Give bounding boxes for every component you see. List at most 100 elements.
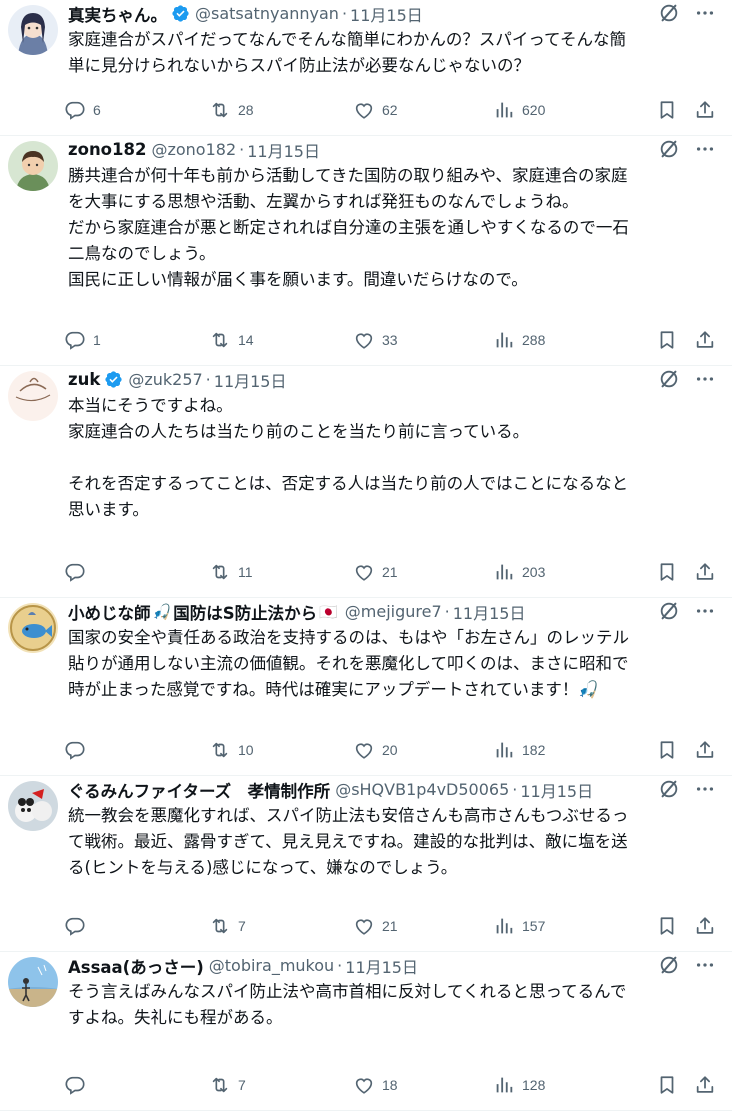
tweet-timestamp[interactable]: 11月15日 [345, 954, 418, 978]
tweet-actions: 7 18 128 [64, 1059, 716, 1111]
tweet-timestamp[interactable]: 11月15日 [520, 778, 593, 802]
avatar[interactable] [8, 603, 58, 653]
repost-button[interactable]: 10 [209, 739, 353, 761]
display-name[interactable]: zuk [68, 370, 100, 389]
tweet-content: zuk @zuk257 · 11月15日本当にそうですよね。 家庭連合の人たちは当たり… [65, 366, 716, 597]
reply-button[interactable] [64, 561, 209, 583]
reply-button[interactable] [64, 1074, 209, 1096]
tweet-timestamp[interactable]: 11月15日 [350, 2, 423, 26]
like-button[interactable]: 20 [353, 739, 493, 761]
share-button[interactable] [694, 329, 716, 351]
repost-count: 7 [238, 918, 246, 934]
repost-button[interactable]: 14 [209, 329, 353, 351]
bookmark-button[interactable] [656, 739, 678, 761]
views-button[interactable]: 157 [493, 915, 643, 937]
avatar[interactable] [8, 957, 58, 1007]
bookmark-button[interactable] [656, 99, 678, 121]
grok-icon[interactable] [658, 778, 680, 800]
actions-spacer [68, 1031, 716, 1059]
actions-spacer [68, 703, 716, 724]
repost-count: 28 [238, 102, 254, 118]
views-button[interactable]: 288 [493, 329, 643, 351]
reply-icon [64, 99, 86, 121]
like-button[interactable]: 18 [353, 1074, 493, 1096]
reply-button[interactable] [64, 915, 209, 937]
like-count: 20 [382, 742, 398, 758]
bookmark-button[interactable] [656, 329, 678, 351]
like-button[interactable]: 21 [353, 915, 493, 937]
actions-spacer [68, 881, 716, 900]
reply-button[interactable]: 1 [64, 329, 209, 351]
tweet-timestamp[interactable]: 11月15日 [247, 138, 320, 162]
tweet-timestamp[interactable]: 11月15日 [453, 600, 526, 624]
actions-spacer [68, 293, 716, 314]
more-options-icon[interactable] [694, 368, 716, 390]
grok-icon[interactable] [658, 600, 680, 622]
tweet[interactable]: 真実ちゃん。 @satsatnyannyan · 11月15日 家庭連合がスパイだってな… [0, 0, 732, 136]
views-button[interactable]: 203 [493, 561, 643, 583]
repost-button[interactable]: 7 [209, 915, 353, 937]
user-handle[interactable]: @zono182 [151, 140, 236, 159]
avatar[interactable] [8, 5, 58, 55]
grok-icon[interactable] [658, 954, 680, 976]
tweet[interactable]: Assaa(あっさー) @tobira_mukou · 11月15日 そう言えばみんなス… [0, 952, 732, 1111]
views-button[interactable]: 620 [493, 99, 643, 121]
bookmark-button[interactable] [656, 1074, 678, 1096]
more-options-icon[interactable] [694, 2, 716, 24]
avatar[interactable] [8, 781, 58, 831]
display-name-suffix[interactable]: 国防はS防止法から [173, 600, 317, 624]
user-handle[interactable]: @zuk257 [128, 370, 202, 389]
tweet-timestamp[interactable]: 11月15日 [214, 368, 287, 392]
bookmark-button[interactable] [656, 561, 678, 583]
grok-icon[interactable] [658, 138, 680, 160]
separator-dot: · [205, 370, 211, 389]
share-button[interactable] [694, 739, 716, 761]
like-icon [353, 99, 375, 121]
more-options-icon[interactable] [694, 778, 716, 800]
share-button[interactable] [694, 561, 716, 583]
share-button[interactable] [694, 915, 716, 937]
repost-button[interactable]: 11 [209, 561, 353, 583]
reply-button[interactable]: 6 [64, 99, 209, 121]
views-button[interactable]: 128 [493, 1074, 643, 1096]
grok-icon[interactable] [658, 368, 680, 390]
user-handle[interactable]: @satsatnyannyan [195, 4, 339, 23]
reply-button[interactable] [64, 739, 209, 761]
more-options-icon[interactable] [694, 138, 716, 160]
tweet[interactable]: zuk @zuk257 · 11月15日本当にそうですよね。 家庭連合の人たちは当たり… [0, 366, 732, 598]
tweet[interactable]: ぐるみんファイターズ 孝情制作所 @sHQVB1p4vD50065 · 11月15日統… [0, 776, 732, 952]
like-icon [353, 915, 375, 937]
share-button[interactable] [694, 99, 716, 121]
repost-button[interactable]: 7 [209, 1074, 353, 1096]
display-name[interactable]: zono182 [68, 140, 146, 159]
views-count: 620 [522, 102, 546, 118]
tweet-content: zono182 @zono182 · 11月15日 勝共連合が何十年も前から活動してきた… [65, 136, 716, 365]
bookmark-button[interactable] [656, 915, 678, 937]
share-icon [694, 561, 716, 583]
user-handle[interactable]: @tobira_mukou [209, 956, 334, 975]
grok-icon[interactable] [658, 2, 680, 24]
repost-button[interactable]: 28 [209, 99, 353, 121]
display-name[interactable]: Assaa(あっさー) [68, 954, 204, 978]
like-button[interactable]: 62 [353, 99, 493, 121]
user-handle[interactable]: @sHQVB1p4vD50065 [335, 780, 509, 799]
display-name[interactable]: 小めじな師 [68, 600, 151, 624]
display-name[interactable]: ぐるみんファイターズ 孝情制作所 [68, 778, 330, 802]
tweet-header: ぐるみんファイターズ 孝情制作所 @sHQVB1p4vD50065 · 11月15日 [68, 776, 716, 803]
more-options-icon[interactable] [694, 600, 716, 622]
avatar[interactable] [8, 141, 58, 191]
display-name[interactable]: 真実ちゃん。 [68, 2, 167, 26]
tweet[interactable]: zono182 @zono182 · 11月15日 勝共連合が何十年も前から活動してきた… [0, 136, 732, 366]
tweet-text: 本当にそうですよね。 家庭連合の人たちは当たり前のことを当たり前に言っている。 … [68, 396, 629, 519]
avatar[interactable] [8, 371, 58, 421]
like-button[interactable]: 33 [353, 329, 493, 351]
tweet[interactable]: 小めじな師 🎣 国防はS防止法から 🇯🇵 @mejigure7 · 11月15日 国家の安全や… [0, 598, 732, 776]
tweet-content: 真実ちゃん。 @satsatnyannyan · 11月15日 家庭連合がスパイだってな… [65, 0, 716, 135]
share-button[interactable] [694, 1074, 716, 1096]
reply-count: 1 [93, 332, 101, 348]
more-options-icon[interactable] [694, 954, 716, 976]
views-button[interactable]: 182 [493, 739, 643, 761]
like-button[interactable]: 21 [353, 561, 493, 583]
views-count: 182 [522, 742, 546, 758]
user-handle[interactable]: @mejigure7 [345, 602, 442, 621]
